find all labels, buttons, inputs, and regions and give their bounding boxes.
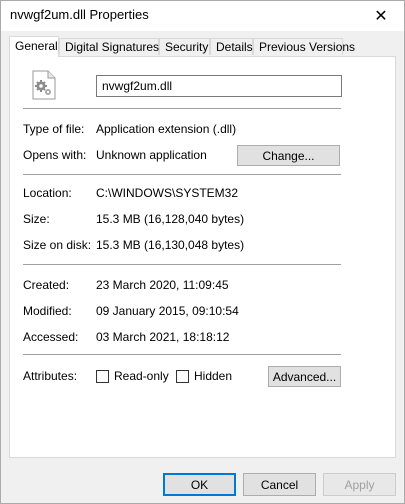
tab-general[interactable]: General — [9, 36, 59, 57]
accessed-value: 03 March 2021, 18:18:12 — [96, 330, 230, 344]
read-only-checkbox-box[interactable] — [96, 369, 109, 383]
opens-with-value: Unknown application — [96, 148, 207, 162]
type-of-file-value: Application extension (.dll) — [96, 122, 237, 136]
location-label: Location: — [23, 186, 72, 200]
tab-security[interactable]: Security — [159, 38, 210, 55]
tab-previous-versions[interactable]: Previous Versions — [253, 38, 355, 55]
size-on-disk-value: 15.3 MB (16,130,048 bytes) — [96, 238, 245, 252]
size-on-disk-label: Size on disk: — [23, 238, 92, 252]
divider — [23, 174, 341, 175]
read-only-label: Read-only — [114, 369, 169, 383]
attributes-label: Attributes: — [23, 369, 78, 383]
created-value: 23 March 2020, 11:09:45 — [96, 278, 229, 292]
accessed-label: Accessed: — [23, 330, 79, 344]
type-of-file-label: Type of file: — [23, 122, 85, 136]
divider — [23, 108, 341, 109]
tab-details[interactable]: Details — [210, 38, 253, 55]
modified-value: 09 January 2015, 09:10:54 — [96, 304, 239, 318]
opens-with-label: Opens with: — [23, 148, 87, 162]
location-value: C:\WINDOWS\SYSTEM32 — [96, 186, 239, 200]
dll-gear-file-icon — [30, 70, 58, 100]
modified-label: Modified: — [23, 304, 72, 318]
size-label: Size: — [23, 212, 50, 226]
divider — [23, 264, 341, 265]
advanced-button[interactable]: Advanced... — [268, 366, 341, 387]
apply-button[interactable]: Apply — [323, 473, 396, 496]
cancel-button[interactable]: Cancel — [243, 473, 316, 496]
tab-digital-signatures[interactable]: Digital Signatures — [59, 38, 159, 55]
general-panel: nvwgf2um.dll Type of file: Application e… — [9, 56, 396, 458]
close-icon: ✕ — [374, 8, 388, 25]
properties-dialog: nvwgf2um.dll Properties ✕ General Digita… — [0, 0, 405, 504]
ok-button[interactable]: OK — [163, 473, 236, 496]
hidden-checkbox[interactable]: Hidden — [176, 369, 232, 383]
title-bar: nvwgf2um.dll Properties ✕ — [1, 1, 404, 31]
divider — [23, 354, 341, 355]
close-button[interactable]: ✕ — [358, 1, 404, 31]
window-title: nvwgf2um.dll Properties — [10, 7, 149, 22]
change-button[interactable]: Change... — [237, 145, 340, 166]
hidden-label: Hidden — [194, 369, 233, 383]
read-only-checkbox[interactable]: Read-only — [96, 369, 169, 383]
file-name-field[interactable]: nvwgf2um.dll — [96, 75, 342, 97]
hidden-checkbox-box[interactable] — [176, 369, 189, 383]
created-label: Created: — [23, 278, 70, 292]
size-value: 15.3 MB (16,128,040 bytes) — [96, 212, 245, 226]
